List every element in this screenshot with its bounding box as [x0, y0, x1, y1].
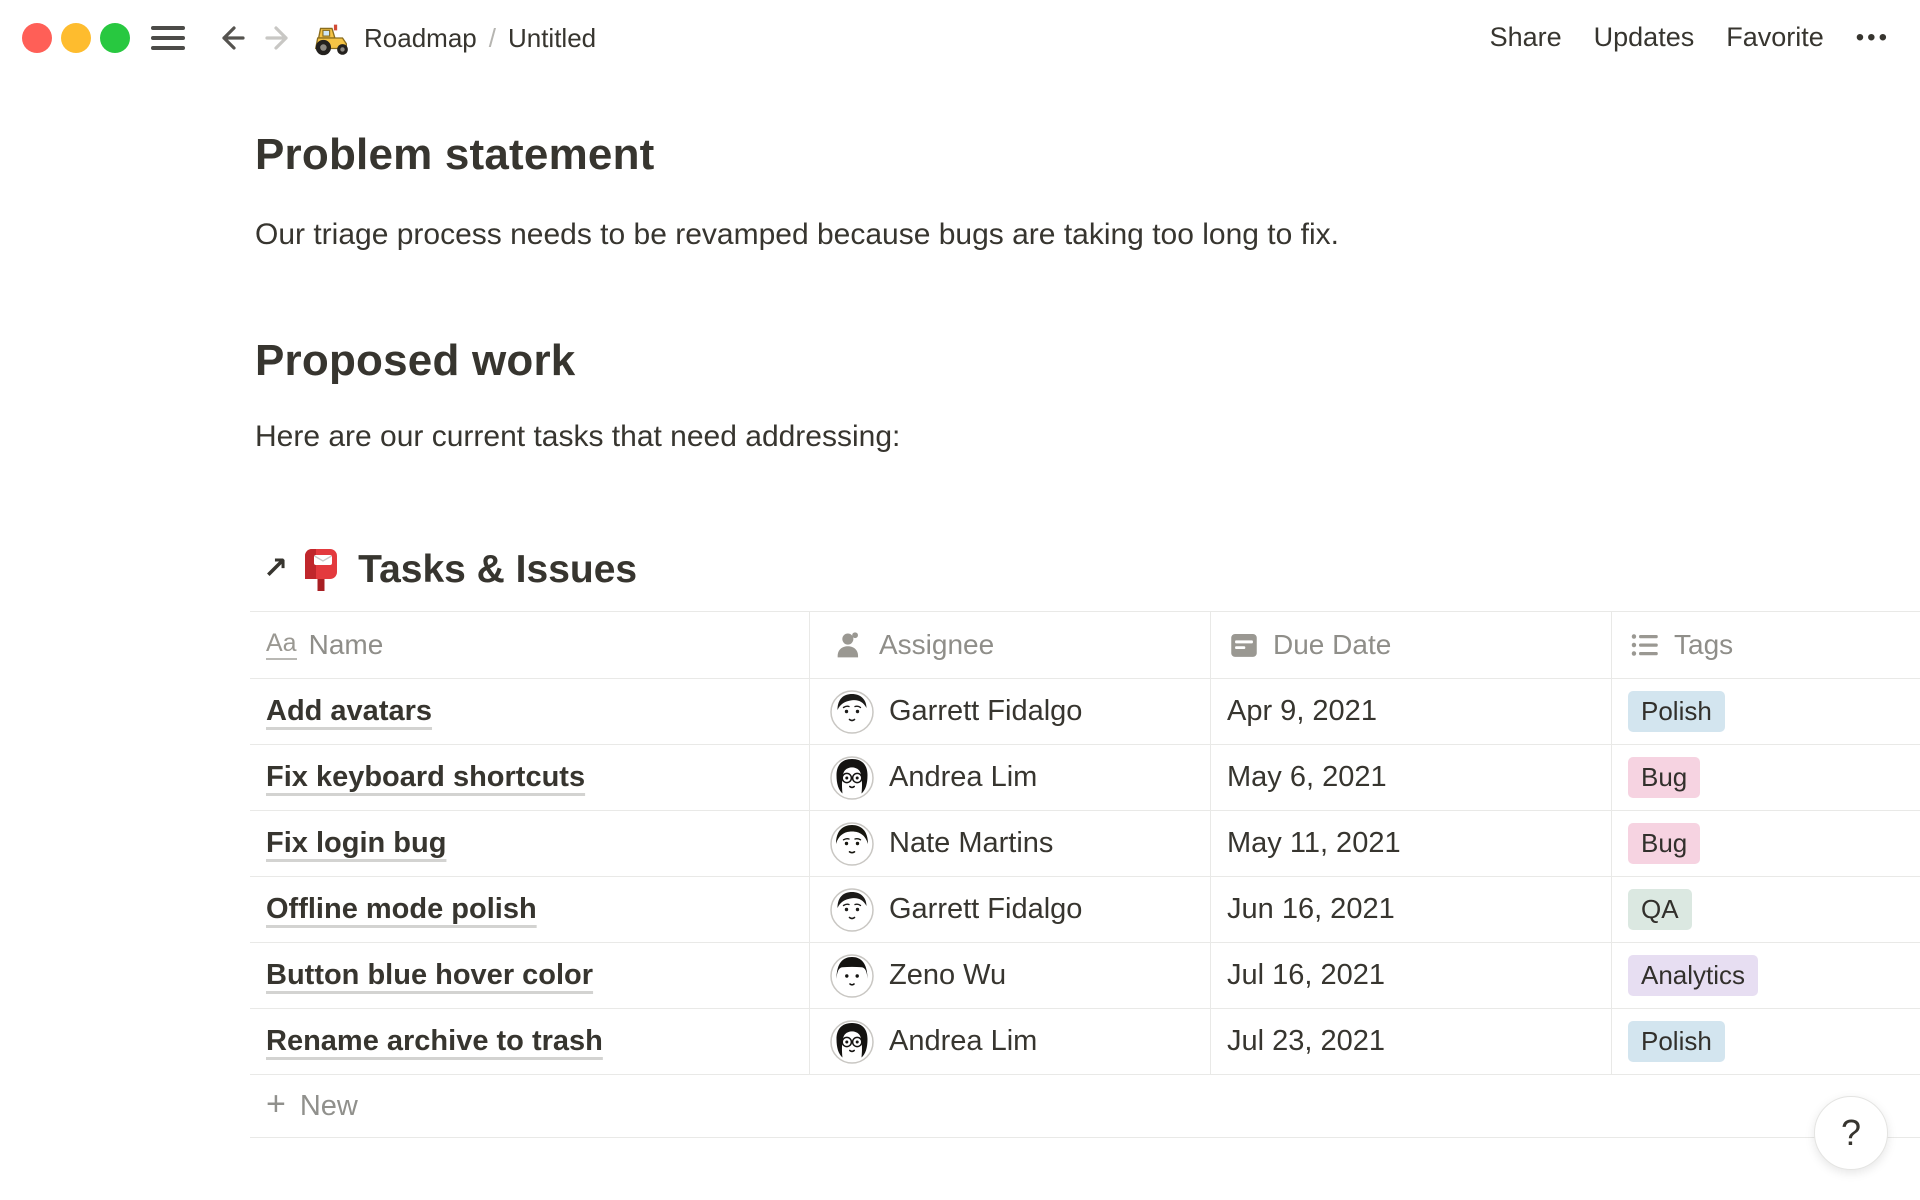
collection-title[interactable]: Tasks & Issues: [358, 548, 637, 592]
link-arrow-icon: ↗: [263, 551, 288, 586]
traffic-lights: [22, 23, 130, 53]
text-type-icon: Aa: [266, 630, 297, 659]
due-date-value: May 11, 2021: [1227, 827, 1401, 860]
linked-database-header: ↗ Tasks & Issues: [263, 542, 1920, 598]
tag-badge: Polish: [1628, 691, 1725, 732]
favorite-button[interactable]: Favorite: [1726, 22, 1824, 53]
assignee-name: Andrea Lim: [889, 761, 1037, 794]
heading-proposed-work: Proposed work: [255, 336, 1920, 386]
table-row: Fix login bug Nate Martins May 11, 2021 …: [250, 810, 1920, 876]
assignee-avatar: [830, 954, 874, 998]
column-header-tags[interactable]: Tags: [1612, 612, 1920, 678]
tag-badge: Bug: [1628, 823, 1700, 864]
task-name-link[interactable]: Fix keyboard shortcuts: [266, 761, 585, 794]
column-label: Name: [309, 629, 384, 661]
paragraph-proposed: Here are our current tasks that need add…: [255, 416, 1920, 458]
assignee-avatar: [830, 1020, 874, 1064]
tag-badge: Analytics: [1628, 955, 1758, 996]
minimize-window-button[interactable]: [61, 23, 91, 53]
topbar-actions: Share Updates Favorite •••: [1490, 22, 1890, 53]
list-icon: [1628, 628, 1662, 662]
column-label: Assignee: [879, 629, 994, 661]
due-date-value: May 6, 2021: [1227, 761, 1387, 794]
table-row: Button blue hover color Zeno Wu Jul 16, …: [250, 942, 1920, 1008]
table-row: Fix keyboard shortcuts Andrea Lim May 6,…: [250, 744, 1920, 810]
tag-badge: QA: [1628, 889, 1692, 930]
due-date-value: Apr 9, 2021: [1227, 695, 1377, 728]
column-label: Tags: [1674, 629, 1733, 661]
column-header-name[interactable]: Aa Name: [250, 612, 810, 678]
due-date-value: Jun 16, 2021: [1227, 893, 1395, 926]
sidebar-menu-icon[interactable]: [151, 22, 185, 54]
new-row-label: New: [300, 1090, 358, 1123]
breadcrumb-separator: /: [489, 23, 496, 54]
assignee-name: Garrett Fidalgo: [889, 695, 1082, 728]
due-date-value: Jul 23, 2021: [1227, 1025, 1385, 1058]
back-arrow-icon[interactable]: [213, 20, 249, 56]
task-name-link[interactable]: Rename archive to trash: [266, 1025, 603, 1058]
postbox-collection-icon: [300, 547, 342, 593]
assignee-name: Andrea Lim: [889, 1025, 1037, 1058]
forward-arrow-icon: [261, 20, 297, 56]
due-date-value: Jul 16, 2021: [1227, 959, 1385, 992]
breadcrumb-roadmap[interactable]: Roadmap: [364, 23, 477, 54]
column-label: Due Date: [1273, 629, 1391, 661]
more-options-icon[interactable]: •••: [1856, 24, 1890, 52]
task-name-link[interactable]: Offline mode polish: [266, 893, 537, 926]
new-row-button[interactable]: + New: [250, 1074, 1920, 1138]
table-row: Offline mode polish Garrett Fidalgo Jun …: [250, 876, 1920, 942]
question-mark-icon: ?: [1841, 1112, 1861, 1154]
assignee-name: Garrett Fidalgo: [889, 893, 1082, 926]
task-name-link[interactable]: Add avatars: [266, 695, 432, 728]
table-header-row: Aa Name Assignee Due Date Tags: [250, 612, 1920, 678]
heading-problem-statement: Problem statement: [255, 130, 1920, 180]
assignee-avatar: [830, 888, 874, 932]
table-row: Rename archive to trash Andrea Lim Jul 2…: [250, 1008, 1920, 1074]
task-name-link[interactable]: Button blue hover color: [266, 959, 593, 992]
assignee-avatar: [830, 756, 874, 800]
page-content: Problem statement Our triage process nee…: [0, 76, 1920, 1138]
zoom-window-button[interactable]: [100, 23, 130, 53]
help-button[interactable]: ?: [1814, 1096, 1888, 1170]
window-titlebar: Roadmap / Untitled Share Updates Favorit…: [0, 0, 1920, 76]
task-name-link[interactable]: Fix login bug: [266, 827, 446, 860]
assignee-avatar: [830, 690, 874, 734]
assignee-name: Nate Martins: [889, 827, 1053, 860]
updates-button[interactable]: Updates: [1594, 22, 1695, 53]
breadcrumb: Roadmap / Untitled: [364, 23, 596, 54]
assignee-avatar: [830, 822, 874, 866]
tractor-page-icon[interactable]: [311, 17, 353, 59]
breadcrumb-untitled[interactable]: Untitled: [508, 23, 596, 54]
share-button[interactable]: Share: [1490, 22, 1562, 53]
column-header-assignee[interactable]: Assignee: [810, 612, 1211, 678]
paragraph-problem: Our triage process needs to be revamped …: [255, 214, 1920, 256]
plus-icon: +: [266, 1087, 286, 1121]
table-row: Add avatars Garrett Fidalgo Apr 9, 2021 …: [250, 678, 1920, 744]
tag-badge: Bug: [1628, 757, 1700, 798]
person-icon: [830, 628, 864, 662]
assignee-name: Zeno Wu: [889, 959, 1006, 992]
tasks-table: Aa Name Assignee Due Date Tags Add avata…: [250, 611, 1920, 1138]
tag-badge: Polish: [1628, 1021, 1725, 1062]
column-header-due-date[interactable]: Due Date: [1211, 612, 1612, 678]
close-window-button[interactable]: [22, 23, 52, 53]
calendar-icon: [1227, 628, 1261, 662]
